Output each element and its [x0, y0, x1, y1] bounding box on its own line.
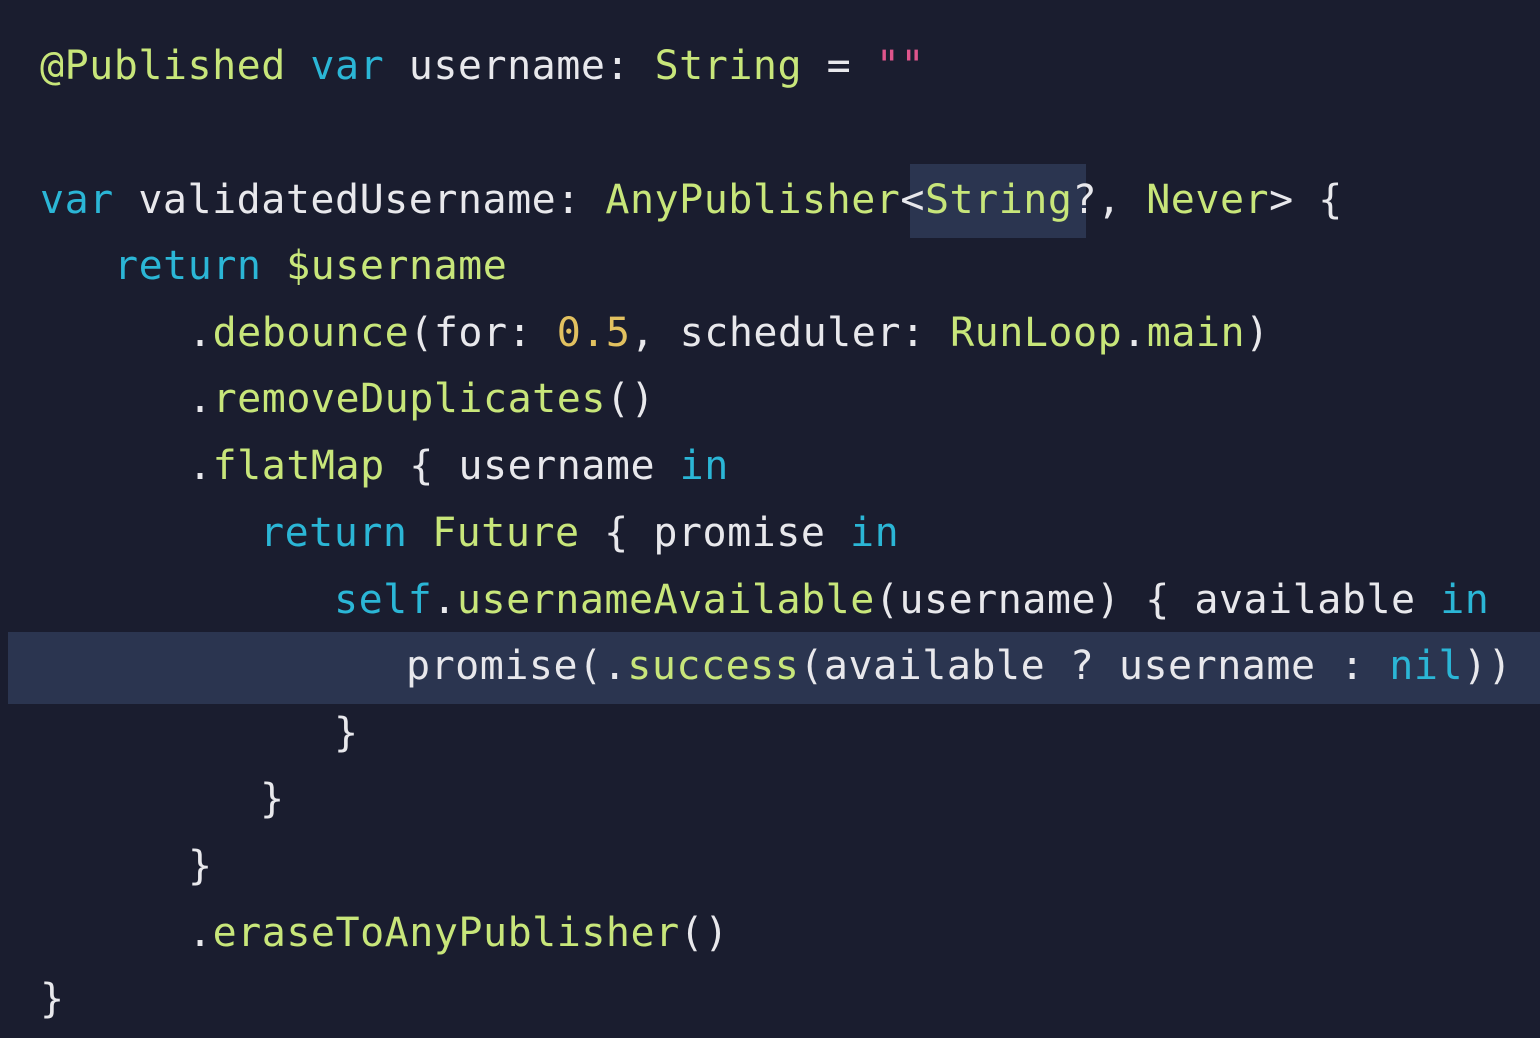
code-token: flatMap — [212, 443, 385, 489]
code-token: . — [188, 310, 213, 356]
code-token: username: — [384, 43, 655, 89]
code-token: . — [188, 910, 213, 956]
code-line-13[interactable]: } — [188, 833, 213, 900]
code-token: 0.5 — [556, 310, 631, 356]
code-token: . — [188, 376, 213, 422]
code-token: } — [188, 843, 213, 889]
code-token: } — [260, 776, 285, 822]
code-line-6[interactable]: .removeDuplicates() — [188, 366, 655, 433]
code-editor[interactable]: @Published var username: String = "" var… — [0, 0, 1540, 1038]
code-line-9[interactable]: self.usernameAvailable(username) { avail… — [334, 567, 1489, 634]
code-line-4[interactable]: return $username — [114, 233, 507, 300]
code-token: validatedUsername: — [113, 177, 606, 223]
code-token: RunLoop — [950, 310, 1123, 356]
code-line-3[interactable]: var validatedUsername: AnyPublisher<Stri… — [40, 167, 1343, 234]
code-token: removeDuplicates — [212, 376, 606, 422]
code-token: in — [1440, 577, 1490, 623]
code-token: main — [1146, 310, 1246, 356]
code-token: usernameAvailable — [456, 577, 875, 623]
code-token: , scheduler: — [630, 310, 951, 356]
code-token: promise(. — [406, 643, 628, 689]
code-token: . — [188, 443, 213, 489]
code-token: self — [334, 577, 433, 623]
code-token: var — [40, 177, 114, 223]
code-line-8[interactable]: return Future { promise in — [260, 500, 899, 567]
code-token: > { — [1269, 177, 1343, 223]
code-token: String — [924, 177, 1073, 223]
code-token: < — [900, 177, 925, 223]
code-token: AnyPublisher — [605, 177, 901, 223]
code-token: nil — [1389, 643, 1464, 689]
code-token: Never — [1146, 177, 1270, 223]
code-token: $username — [286, 243, 508, 289]
code-line-11[interactable]: } — [334, 700, 359, 767]
code-line-15[interactable]: } — [40, 966, 65, 1033]
code-token: (available ? username : — [799, 643, 1390, 689]
code-token: { username — [384, 443, 680, 489]
code-token: in — [850, 510, 900, 556]
code-token: @Published — [40, 43, 286, 89]
code-token: return — [114, 243, 262, 289]
code-line-5[interactable]: .debounce(for: 0.5, scheduler: RunLoop.m… — [188, 300, 1270, 367]
code-token: eraseToAnyPublisher — [212, 910, 680, 956]
code-token: "" — [875, 43, 925, 89]
code-token: } — [40, 976, 65, 1022]
code-token: Future — [432, 510, 580, 556]
code-line-12[interactable]: } — [260, 766, 285, 833]
code-token: success — [627, 643, 800, 689]
code-token: () — [679, 910, 729, 956]
code-token: . — [1122, 310, 1147, 356]
code-token: in — [679, 443, 729, 489]
code-token: { promise — [579, 510, 850, 556]
code-line-1[interactable]: @Published var username: String = "" — [40, 33, 925, 100]
code-token: debounce — [212, 310, 410, 356]
code-token: (username) { available — [874, 577, 1441, 623]
code-token: (for: — [409, 310, 557, 356]
code-token: } — [334, 710, 359, 756]
code-token: () — [605, 376, 656, 422]
code-token: return — [260, 510, 408, 556]
code-token: ) — [1245, 310, 1270, 356]
code-token: var — [310, 43, 385, 89]
code-token: = — [802, 43, 876, 89]
code-line-14[interactable]: .eraseToAnyPublisher() — [188, 900, 729, 967]
code-token: . — [432, 577, 457, 623]
code-line-7[interactable]: .flatMap { username in — [188, 433, 729, 500]
code-token: ?, — [1072, 177, 1147, 223]
code-token: String — [654, 43, 803, 89]
code-token: )) — [1463, 643, 1513, 689]
code-line-10[interactable]: promise(.success(available ? username : … — [406, 633, 1512, 700]
